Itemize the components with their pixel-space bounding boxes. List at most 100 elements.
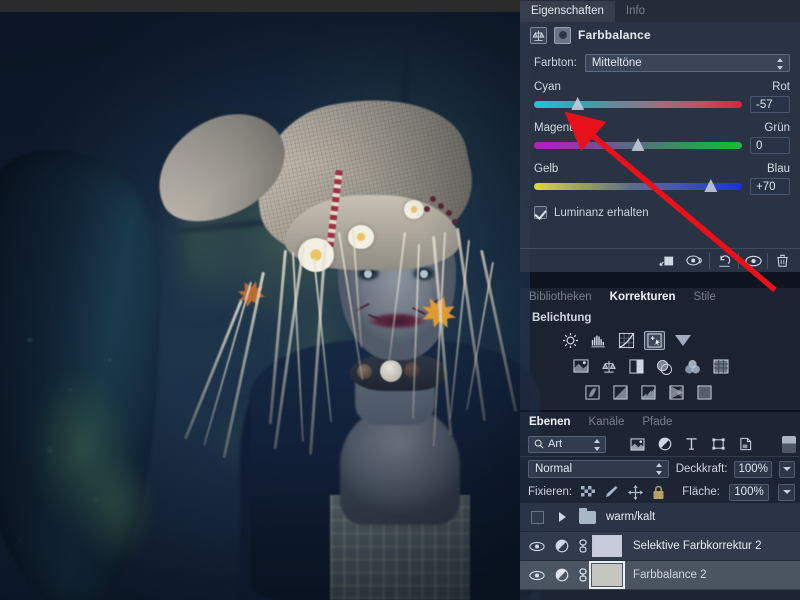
layers-panel: Ebenen Kanäle Pfade Art Normal Deckkraft… [520,412,800,600]
photo-filter-icon[interactable] [654,357,675,376]
vibrance-icon[interactable] [570,357,591,376]
toggle-visibility-icon[interactable] [739,250,767,272]
tab-bibliotheken[interactable]: Bibliotheken [520,289,601,306]
adjustment-layer-icon [555,539,569,553]
slider-knob[interactable] [571,97,585,110]
exposure-icon[interactable] [644,331,665,350]
pixel-layer-filter-icon[interactable] [630,437,645,451]
spinner-icon[interactable] [655,463,663,475]
layer-filter-select[interactable]: Art [528,435,606,453]
group-folder [574,507,600,524]
balance-scale-icon [530,26,547,44]
delete-trash-icon[interactable] [768,250,796,272]
slider-value-field[interactable]: -57 [750,96,790,113]
invert-icon[interactable] [582,383,603,402]
adjustments-panel: Bibliotheken Korrekturen Stile Belichtun… [520,288,800,410]
layer-name[interactable]: warm/kalt [600,511,655,523]
adjustment-layer-icon [555,568,569,582]
folder-icon [578,507,596,524]
adjustment-layer-icon [554,26,571,44]
opacity-dropdown-icon[interactable] [778,460,795,478]
tab-kanaele[interactable]: Kanäle [580,413,634,432]
reset-icon[interactable] [710,250,738,272]
adjustment-layer-filter-icon[interactable] [658,437,672,451]
layer-thumbnail-adjustment-icon[interactable] [550,539,574,553]
threshold-icon[interactable] [638,383,659,402]
slider-left-label: Gelb [534,163,559,175]
slider-track[interactable] [534,179,742,192]
filter-enable-toggle[interactable] [782,435,796,453]
slider-right-label: Grün [764,122,790,134]
search-icon [534,439,544,449]
layer-visibility-toggle[interactable] [524,570,550,581]
preserve-luminosity-row[interactable]: Luminanz erhalten [520,195,800,219]
layer-mask-thumbnail[interactable] [592,535,622,557]
tab-pfade[interactable]: Pfade [633,413,681,432]
shape-layer-filter-icon[interactable] [711,437,726,451]
fill-dropdown-icon[interactable] [778,483,795,501]
tab-info[interactable]: Info [615,1,656,22]
layer-visibility-toggle[interactable] [524,510,550,524]
lock-label: Fixieren: [528,486,573,498]
gradient-map-icon[interactable] [666,383,687,402]
opacity-value[interactable]: 100% [734,460,772,478]
layer-row-color-balance[interactable]: Farbbalance 2 [520,561,800,590]
layer-visibility-toggle[interactable] [524,541,550,552]
posterize-icon[interactable] [610,383,631,402]
smart-object-filter-icon[interactable] [739,437,753,451]
opacity-label: Deckkraft: [675,463,728,475]
type-layer-filter-icon[interactable] [685,437,698,451]
blend-mode-select[interactable]: Normal [528,460,669,478]
properties-header: Farbbalance [520,22,800,48]
lock-all-icon[interactable] [652,485,665,500]
group-expand-toggle[interactable] [550,512,574,522]
layer-row-selective-color[interactable]: Selektive Farbkorrektur 2 [520,532,800,561]
layers-tabbar: Ebenen Kanäle Pfade [520,412,800,432]
tab-ebenen[interactable]: Ebenen [520,413,580,432]
panel-title: Farbbalance [578,28,651,42]
slider-knob[interactable] [704,179,718,192]
tab-stile[interactable]: Stile [684,289,724,306]
layer-name[interactable]: Selektive Farbkorrektur 2 [622,540,761,552]
layer-mask-thumbnail[interactable] [589,561,625,589]
layer-name[interactable]: Farbbalance 2 [622,569,707,581]
properties-body: Farbbalance Farbton: Mitteltöne Cyan Rot [520,22,800,272]
curves-icon[interactable] [616,331,637,350]
slider-value-field[interactable]: 0 [750,137,790,154]
adjustments-section-title: Belichtung [532,312,592,324]
link-icon [579,568,587,582]
properties-tabbar: Eigenschaften Info [520,0,800,22]
color-balance-icon[interactable] [598,357,619,376]
slider-yellow-blue: Gelb Blau +70 [520,154,800,195]
clip-to-layer-icon[interactable] [653,250,681,272]
brightness-contrast-icon[interactable] [560,331,581,350]
slider-track[interactable] [534,138,742,151]
color-lookup-icon[interactable] [710,357,731,376]
layer-thumbnail-adjustment-icon[interactable] [550,568,574,582]
layer-row-group[interactable]: warm/kalt [520,503,800,532]
spinner-icon[interactable] [777,58,784,70]
layer-filter-row: Art [520,432,800,457]
layer-mask-link-icon[interactable] [574,539,592,553]
slider-value-field[interactable]: +70 [750,178,790,195]
tone-label: Farbton: [534,57,577,69]
spinner-icon[interactable] [594,438,601,451]
levels-icon[interactable] [588,331,609,350]
lock-image-icon[interactable] [604,485,619,499]
dropdown-triangle-icon[interactable] [672,331,693,350]
tab-eigenschaften[interactable]: Eigenschaften [520,1,615,22]
selective-color-icon[interactable] [694,383,715,402]
slider-track[interactable] [534,97,742,110]
fill-value[interactable]: 100% [729,483,769,501]
adjustments-row-2 [520,353,800,379]
black-white-icon[interactable] [626,357,647,376]
layer-mask-link-icon[interactable] [574,568,592,582]
slider-knob[interactable] [631,138,645,151]
lock-transparency-icon[interactable] [581,485,596,499]
lock-position-icon[interactable] [628,484,644,500]
tone-select[interactable]: Mitteltöne [584,54,790,72]
tab-korrekturen[interactable]: Korrekturen [601,289,685,306]
channel-mixer-icon[interactable] [682,357,703,376]
preserve-luminosity-checkbox[interactable] [534,206,547,219]
view-previous-state-icon[interactable] [681,250,709,272]
